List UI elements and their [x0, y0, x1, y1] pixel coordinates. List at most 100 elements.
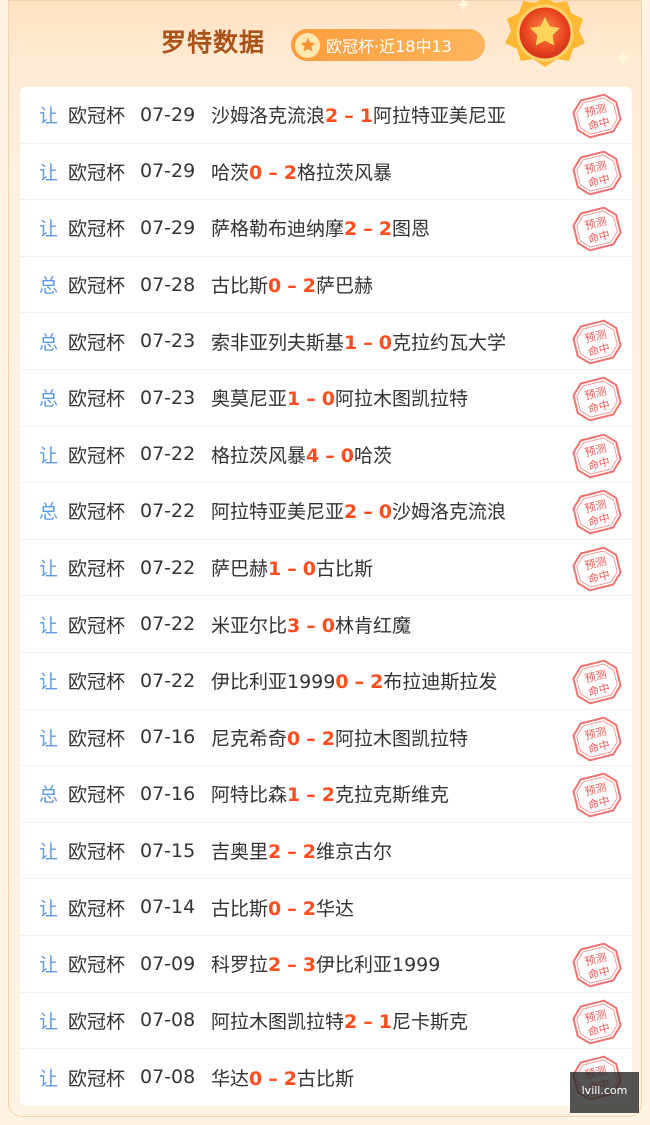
league-label: 欧冠杯: [68, 727, 126, 750]
prediction-hit-stamp: 预测命中: [572, 546, 622, 592]
score-separator: –: [287, 897, 297, 920]
match-date: 07-09: [140, 952, 196, 975]
away-team: 格拉茨风暴: [296, 161, 392, 184]
match-result: 奥莫尼亚1–0阿拉木图凯拉特: [211, 384, 468, 411]
list-item[interactable]: 让 欧冠杯 07-29 哈茨0–2格拉茨风暴 预测 命中: [20, 144, 632, 201]
badge-label: 欧冠杯·近18中13: [326, 37, 452, 56]
home-team: 奥莫尼亚: [211, 388, 288, 411]
match-result: 格拉茨风暴4–0哈茨: [211, 441, 392, 468]
star-icon: [295, 32, 320, 58]
match-date: 07-22: [140, 669, 196, 692]
match-date: 07-15: [140, 839, 196, 862]
home-score: 3: [287, 614, 301, 637]
hit-rate-badge: 欧冠杯·近18中13: [291, 29, 485, 61]
prediction-hit-stamp: 预测命中: [572, 433, 622, 478]
score-separator: –: [363, 331, 373, 354]
list-item[interactable]: 让 欧冠杯 07-09 科罗拉2–3伊比利亚1999 预测 命中: [20, 936, 632, 993]
prediction-hit-stamp: 预测命中: [572, 659, 622, 705]
league-label: 欧冠杯: [68, 444, 126, 467]
score-separator: –: [306, 727, 316, 750]
match-date: 07-29: [140, 160, 196, 183]
match-result: 沙姆洛克流浪2–1阿拉特亚美尼亚: [211, 101, 506, 128]
bet-type-label: 让: [39, 1010, 59, 1033]
list-item[interactable]: 让 欧冠杯 07-08 阿拉木图凯拉特2–1尼卡斯克 预测 命中: [20, 993, 632, 1050]
league-label: 欧冠杯: [68, 897, 126, 920]
away-score: 2: [378, 218, 392, 241]
list-item[interactable]: 让 欧冠杯 07-22 格拉茨风暴4–0哈茨 预测 命中: [20, 427, 632, 484]
match-date: 07-23: [140, 386, 196, 409]
home-score: 1: [287, 388, 301, 411]
match-result: 吉奥里2–2维京古尔: [211, 837, 392, 864]
home-score: 1: [268, 558, 282, 581]
page-title: 罗特数据: [161, 28, 266, 57]
league-label: 欧冠杯: [68, 671, 126, 694]
away-score: 1: [378, 1010, 392, 1033]
home-score: 2: [344, 1010, 358, 1033]
list-item[interactable]: 让 欧冠杯 07-22 米亚尔比3–0林肯红魔: [20, 596, 632, 653]
score-separator: –: [325, 444, 335, 467]
bet-type-label: 总: [39, 501, 59, 524]
list-item[interactable]: 总 欧冠杯 07-22 阿拉特亚美尼亚2–0沙姆洛克流浪 预测 命中: [20, 483, 632, 540]
list-item[interactable]: 让 欧冠杯 07-14 古比斯0–2华达: [20, 879, 632, 936]
home-team: 科罗拉: [211, 954, 269, 977]
match-result: 科罗拉2–3伊比利亚1999: [211, 950, 440, 977]
away-score: 2: [370, 671, 384, 694]
list-item[interactable]: 让 欧冠杯 07-08 华达0–2古比斯 预测命中: [20, 1049, 632, 1106]
match-result: 哈茨0–2格拉茨风暴: [211, 158, 392, 185]
list-item[interactable]: 总 欧冠杯 07-28 古比斯0–2萨巴赫: [20, 257, 632, 314]
league-label: 欧冠杯: [68, 501, 126, 524]
away-team: 图恩: [391, 218, 430, 241]
score-separator: –: [306, 784, 316, 807]
medal-icon: [497, 0, 593, 77]
match-date: 07-14: [140, 896, 196, 919]
list-item[interactable]: 总 欧冠杯 07-16 阿特比森1–2克拉克斯维克 预测 命中: [20, 766, 632, 823]
home-score: 1: [344, 331, 358, 354]
match-date: 07-08: [140, 1009, 196, 1032]
home-score: 4: [306, 444, 320, 467]
list-item[interactable]: 让 欧冠杯 07-22 萨巴赫1–0古比斯 预测 命中: [20, 540, 632, 597]
list-item[interactable]: 让 欧冠杯 07-29 沙姆洛克流浪2–1阿拉特亚美尼亚 预测 命中: [20, 87, 632, 144]
list-item[interactable]: 让 欧冠杯 07-16 尼克希奇0–2阿拉木图凯拉特 预测 命中: [20, 710, 632, 767]
list-item[interactable]: 让 欧冠杯 07-22 伊比利亚19990–2布拉迪斯拉发 预测 命中: [20, 653, 632, 710]
prediction-hit-stamp: 预测命中: [572, 772, 622, 818]
league-label: 欧冠杯: [68, 614, 126, 637]
match-result: 古比斯0–2萨巴赫: [211, 271, 373, 298]
prediction-hit-stamp: 预测命中: [572, 489, 622, 535]
home-team: 古比斯: [211, 275, 269, 298]
bet-type-label: 让: [39, 218, 59, 241]
panel-header: ✦ ✦ 罗特数据 欧冠杯·近18中13: [9, 0, 643, 87]
league-label: 欧冠杯: [68, 161, 126, 184]
home-score: 2: [344, 501, 358, 524]
away-team: 哈茨: [353, 444, 392, 467]
league-label: 欧冠杯: [68, 841, 126, 864]
match-date: 07-22: [140, 556, 196, 579]
list-item[interactable]: 总 欧冠杯 07-23 索非亚列夫斯基1–0克拉约瓦大学 预测 命中: [20, 313, 632, 370]
match-result: 尼克希奇0–2阿拉木图凯拉特: [211, 724, 468, 751]
list-item[interactable]: 让 欧冠杯 07-29 萨格勒布迪纳摩2–2图恩 预测 命中: [20, 200, 632, 257]
home-score: 0: [268, 275, 282, 298]
league-label: 欧冠杯: [68, 388, 126, 411]
home-score: 0: [249, 161, 263, 184]
away-team: 布拉迪斯拉发: [383, 671, 498, 694]
prediction-hit-stamp: 预测命中: [572, 999, 622, 1044]
list-item[interactable]: 让 欧冠杯 07-15 吉奥里2–2维京古尔: [20, 823, 632, 880]
match-date: 07-23: [140, 330, 196, 353]
bet-type-label: 总: [39, 388, 59, 411]
match-result: 米亚尔比3–0林肯红魔: [211, 611, 411, 638]
score-separator: –: [363, 1010, 373, 1033]
list-item[interactable]: 总 欧冠杯 07-23 奥莫尼亚1–0阿拉木图凯拉特 预测 命中: [20, 370, 632, 427]
bet-type-label: 总: [39, 275, 59, 298]
home-score: 0: [249, 1067, 263, 1090]
prediction-hit-stamp: 预测命中: [572, 206, 622, 252]
away-score: 2: [283, 1067, 297, 1090]
match-date: 07-22: [140, 613, 196, 636]
bet-type-label: 让: [39, 1067, 59, 1090]
league-label: 欧冠杯: [68, 275, 126, 298]
away-score: 0: [302, 558, 316, 581]
match-date: 07-28: [140, 273, 196, 296]
score-separator: –: [363, 218, 373, 241]
home-team: 米亚尔比: [211, 614, 288, 637]
match-list: 让 欧冠杯 07-29 沙姆洛克流浪2–1阿拉特亚美尼亚 预测 命中 让 欧冠杯 …: [20, 87, 632, 1106]
home-team: 哈茨: [211, 161, 250, 184]
league-label: 欧冠杯: [68, 954, 126, 977]
